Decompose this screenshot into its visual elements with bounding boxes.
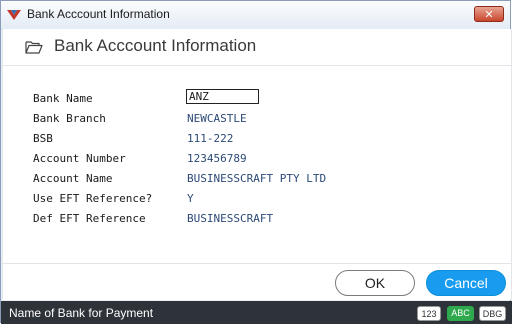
ok-button[interactable]: OK (335, 270, 415, 296)
dialog-window: Bank Acccount Information ✕ Bank Acccoun… (0, 0, 512, 324)
page-title: Bank Acccount Information (54, 36, 257, 55)
status-text: Name of Bank for Payment (9, 306, 154, 320)
alpha-mode-badge[interactable]: ABC (447, 306, 474, 321)
use-eft-reference-label: Use EFT Reference? (33, 192, 153, 205)
def-eft-reference-value[interactable]: BUSINESSCRAFT (187, 212, 273, 225)
bsb-value[interactable]: 111-222 (187, 132, 233, 145)
folder-open-icon (25, 39, 43, 54)
app-logo-icon (6, 8, 22, 22)
title-bar[interactable]: Bank Acccount Information ✕ (1, 1, 510, 30)
bank-branch-value[interactable]: NEWCASTLE (187, 112, 247, 125)
debug-mode-badge[interactable]: DBG (479, 306, 506, 321)
account-name-value[interactable]: BUSINESSCRAFT PTY LTD (187, 172, 326, 185)
status-bar: Name of Bank for Payment 123 ABC DBG (1, 301, 512, 324)
account-name-label: Account Name (33, 172, 113, 185)
button-bar: OK Cancel (3, 263, 511, 301)
close-icon: ✕ (484, 8, 494, 21)
bank-name-input[interactable]: ANZ (186, 89, 259, 104)
account-number-value[interactable]: 123456789 (187, 152, 247, 165)
bank-branch-label: Bank Branch (33, 112, 106, 125)
cancel-button[interactable]: Cancel (426, 270, 506, 296)
window-title: Bank Acccount Information (27, 7, 170, 21)
dialog-content: Bank Acccount Information Bank Name ANZ … (2, 29, 512, 300)
use-eft-reference-value[interactable]: Y (187, 192, 194, 205)
close-button[interactable]: ✕ (474, 6, 504, 22)
account-number-label: Account Number (33, 152, 126, 165)
bank-name-label: Bank Name (33, 92, 93, 105)
dialog-header: Bank Acccount Information (3, 29, 511, 66)
numeric-mode-badge[interactable]: 123 (417, 306, 441, 321)
def-eft-reference-label: Def EFT Reference (33, 212, 146, 225)
bsb-label: BSB (33, 132, 53, 145)
